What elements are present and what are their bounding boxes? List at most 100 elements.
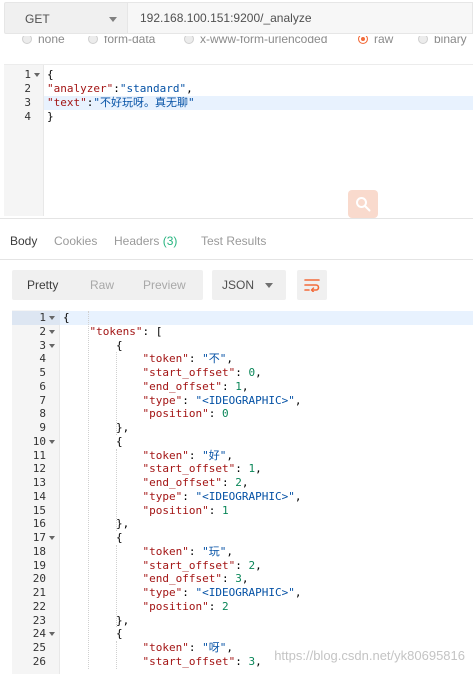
response-tabs: Body Cookies Headers (3) Test Results [0,218,473,260]
code-line: { [63,434,123,448]
radio-dot [418,36,428,44]
search-button[interactable] [348,190,378,218]
line-number: 5 [39,366,46,379]
line-number: 14 [32,489,46,503]
line-number: 7 [39,393,46,407]
radio-dot-checked [358,36,368,44]
line-number: 21 [32,586,46,599]
line-number: 16 [32,517,46,531]
radio-label: x-www-form-urlencoded [200,36,328,46]
response-body-editor[interactable]: 1 2 3 4 5 6 7 8 9 10 11 12 13 14 15 16 17 18 19 20 21 22 23 24 2… [12,310,473,674]
line-number: 15 [32,503,46,517]
code-line: "position": 0 [142,407,229,421]
line-number: 23 [32,613,46,627]
format-label: JSON [222,278,255,292]
preview-button[interactable]: Preview [143,278,186,292]
method-label: GET [25,12,50,26]
code-line: } [47,110,54,123]
raw-button[interactable]: Raw [90,278,114,292]
indent-guide [116,448,117,531]
tab-headers[interactable]: Headers (3) [114,234,177,248]
line-number: 25 [32,641,46,654]
tab-test-results[interactable]: Test Results [201,234,266,248]
fold-arrow-icon[interactable] [49,316,55,320]
fold-arrow-icon[interactable] [49,632,55,637]
line-number: 17 [12,531,60,545]
line-number: 9 [39,421,46,434]
url-input[interactable] [128,2,473,34]
fold-arrow-icon[interactable] [49,439,55,444]
code-line: "token": "好", [142,448,233,462]
code-line: "start_offset": 1, [142,462,262,476]
tab-body[interactable]: Body [10,234,37,248]
search-icon [356,197,371,212]
code-line: "type": "<IDEOGRAPHIC>", [142,586,302,599]
line-number: 19 [32,558,46,572]
wrap-lines-icon [304,279,320,292]
code-line: "type": "<IDEOGRAPHIC>", [142,393,302,407]
body-type-radio-group: none form-data x-www-form-urlencoded raw… [0,36,473,52]
line-number: 12 [32,462,46,476]
fold-arrow-icon[interactable] [49,329,55,334]
wrap-lines-button[interactable] [297,270,327,300]
watermark: https://blog.csdn.net/yk80695816 [274,648,465,663]
code-line: { [63,627,123,641]
code-line: { [63,531,123,544]
code-line: "start_offset": 0, [142,366,262,379]
radio-dot [88,36,98,44]
fold-arrow-icon[interactable] [49,536,55,540]
tab-cookies[interactable]: Cookies [54,234,97,248]
code-line: "tokens": [ [89,324,163,338]
indent-guide [116,544,117,628]
pretty-button[interactable]: Pretty [27,278,58,292]
line-number: 1 [12,311,60,325]
radio-x-www-form-urlencoded[interactable]: x-www-form-urlencoded [184,36,327,48]
line-number: 20 [32,572,46,586]
radio-none[interactable]: none [22,36,65,48]
code-line: }, [63,517,130,531]
radio-dot [22,36,32,44]
code-line: }, [63,613,130,627]
response-toolbar: Pretty Raw Preview JSON [0,260,473,310]
code-line: { [63,338,123,352]
code-line: "type": "<IDEOGRAPHIC>", [142,489,302,503]
radio-raw[interactable]: raw [358,36,393,48]
radio-dot [184,36,194,44]
radio-label: raw [374,36,394,46]
line-number: 3 [24,96,31,109]
radio-binary[interactable]: binary [418,36,467,48]
code-line: "start_offset": 2, [142,558,262,572]
request-body-editor[interactable]: 1 2 3 4 { "analyzer":"standard", "text":… [4,64,473,216]
response-code-area[interactable]: { "tokens": [ { "token": "不", "start_off… [60,310,473,674]
line-number: 13 [32,476,46,489]
chevron-down-icon [109,17,117,22]
request-code-area[interactable]: { "analyzer":"standard", "text":"不好玩呀。真无… [44,65,473,216]
radio-label: form-data [104,36,156,46]
format-select[interactable]: JSON [212,270,286,300]
view-mode-group: Pretty Raw Preview [12,270,203,300]
line-number: 1 [4,68,44,82]
line-number: 18 [32,544,46,558]
url-bar: GET [0,0,473,36]
code-line: }, [63,421,130,434]
code-line: "analyzer":"standard", [47,82,193,95]
line-number: 8 [39,407,46,421]
fold-arrow-icon[interactable] [34,73,40,77]
method-select[interactable]: GET [4,2,128,34]
code-line: "position": 2 [142,599,229,613]
line-number: 2 [24,82,31,95]
line-number: 2 [12,325,60,339]
response-line-gutter: 1 2 3 4 5 6 7 8 9 10 11 12 13 14 15 16 17 18 19 20 21 22 23 24 2… [12,310,60,674]
code-line: "token": "玩", [142,544,233,558]
line-number: 22 [32,599,46,613]
radio-label: none [38,36,65,46]
indent-guide [116,641,117,669]
indent-guide [88,311,89,669]
line-number: 24 [12,627,60,641]
request-line-gutter: 1 2 3 4 [4,65,44,216]
line-number: 4 [39,352,46,366]
fold-arrow-icon[interactable] [49,343,55,348]
radio-form-data[interactable]: form-data [88,36,155,48]
line-number: 6 [39,379,46,393]
tab-headers-label: Headers [114,234,160,248]
